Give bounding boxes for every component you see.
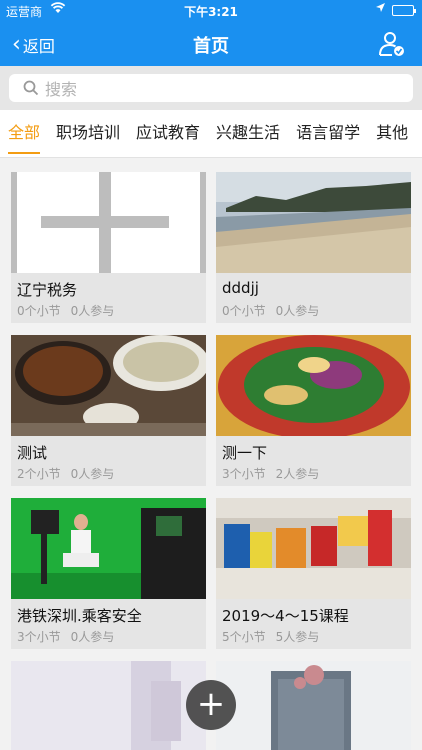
course-title: 2019～4～15课程 bbox=[222, 607, 349, 625]
course-card[interactable]: 测一下 3个小节 2人参与 bbox=[216, 335, 411, 486]
tab-other[interactable]: 其他 bbox=[376, 110, 408, 157]
page-title: 首页 bbox=[193, 36, 229, 57]
status-bar: 运营商 下午3:21 bbox=[0, 0, 422, 22]
course-meta: 3个小节 0人参与 bbox=[17, 628, 124, 645]
course-meta: 0个小节 0人参与 bbox=[222, 302, 329, 319]
course-card[interactable]: 2019～4～15课程 5个小节 5人参与 bbox=[216, 498, 411, 649]
section-count: 2个小节 bbox=[17, 467, 61, 481]
user-settings-icon[interactable] bbox=[378, 30, 406, 58]
section-count: 0个小节 bbox=[222, 304, 266, 318]
tab-workplace[interactable]: 职场培训 bbox=[56, 110, 120, 157]
course-card[interactable]: 港铁深圳.乘客安全 3个小节 0人参与 bbox=[11, 498, 206, 649]
participant-count: 5人参与 bbox=[275, 630, 320, 644]
course-thumbnail bbox=[11, 335, 206, 436]
course-thumbnail bbox=[11, 498, 206, 599]
clock: 下午3:21 bbox=[184, 5, 238, 19]
participant-count: 0人参与 bbox=[70, 630, 115, 644]
course-title: 港铁深圳.乘客安全 bbox=[17, 607, 142, 625]
tab-exam[interactable]: 应试教育 bbox=[136, 110, 200, 157]
course-thumbnail bbox=[216, 498, 411, 599]
add-course-button[interactable]: + bbox=[186, 680, 236, 730]
course-card[interactable] bbox=[216, 661, 411, 750]
nav-bar: ‹ 返回 首页 bbox=[0, 22, 422, 66]
course-title: 测一下 bbox=[222, 444, 268, 462]
course-title: 辽宁税务 bbox=[17, 281, 78, 299]
course-thumbnail bbox=[216, 335, 411, 436]
course-meta: 2个小节 0人参与 bbox=[17, 465, 124, 482]
section-count: 3个小节 bbox=[17, 630, 61, 644]
course-card[interactable]: 辽宁税务 0个小节 0人参与 bbox=[11, 172, 206, 323]
battery-icon bbox=[392, 5, 416, 16]
course-thumbnail bbox=[11, 661, 206, 750]
participant-count: 2人参与 bbox=[275, 467, 320, 481]
search-input[interactable]: 搜索 bbox=[9, 74, 413, 102]
course-card[interactable]: dddjj 0个小节 0人参与 bbox=[216, 172, 411, 323]
course-card[interactable] bbox=[11, 661, 206, 750]
participant-count: 0人参与 bbox=[70, 304, 115, 318]
section-count: 0个小节 bbox=[17, 304, 61, 318]
search-bar: 搜索 bbox=[0, 66, 422, 110]
course-thumbnail bbox=[216, 661, 411, 750]
participant-count: 0人参与 bbox=[70, 467, 115, 481]
tab-language[interactable]: 语言留学 bbox=[296, 110, 360, 157]
course-meta: 3个小节 2人参与 bbox=[222, 465, 329, 482]
location-icon bbox=[375, 2, 386, 16]
course-card[interactable]: 测试 2个小节 0人参与 bbox=[11, 335, 206, 486]
search-placeholder: 搜索 bbox=[45, 80, 78, 99]
tab-all[interactable]: 全部 bbox=[8, 110, 41, 157]
course-meta: 5个小节 5人参与 bbox=[222, 628, 329, 645]
category-tabs: 全部 职场培训 应试教育 兴趣生活 语言留学 其他 bbox=[0, 110, 422, 158]
course-meta: 0个小节 0人参与 bbox=[17, 302, 124, 319]
section-count: 3个小节 bbox=[222, 467, 266, 481]
course-thumbnail bbox=[11, 172, 206, 273]
section-count: 5个小节 bbox=[222, 630, 266, 644]
search-icon bbox=[23, 80, 39, 96]
course-thumbnail bbox=[216, 172, 411, 273]
participant-count: 0人参与 bbox=[275, 304, 320, 318]
course-title: 测试 bbox=[17, 444, 48, 462]
course-title: dddjj bbox=[222, 279, 259, 297]
tab-lifestyle[interactable]: 兴趣生活 bbox=[216, 110, 280, 157]
